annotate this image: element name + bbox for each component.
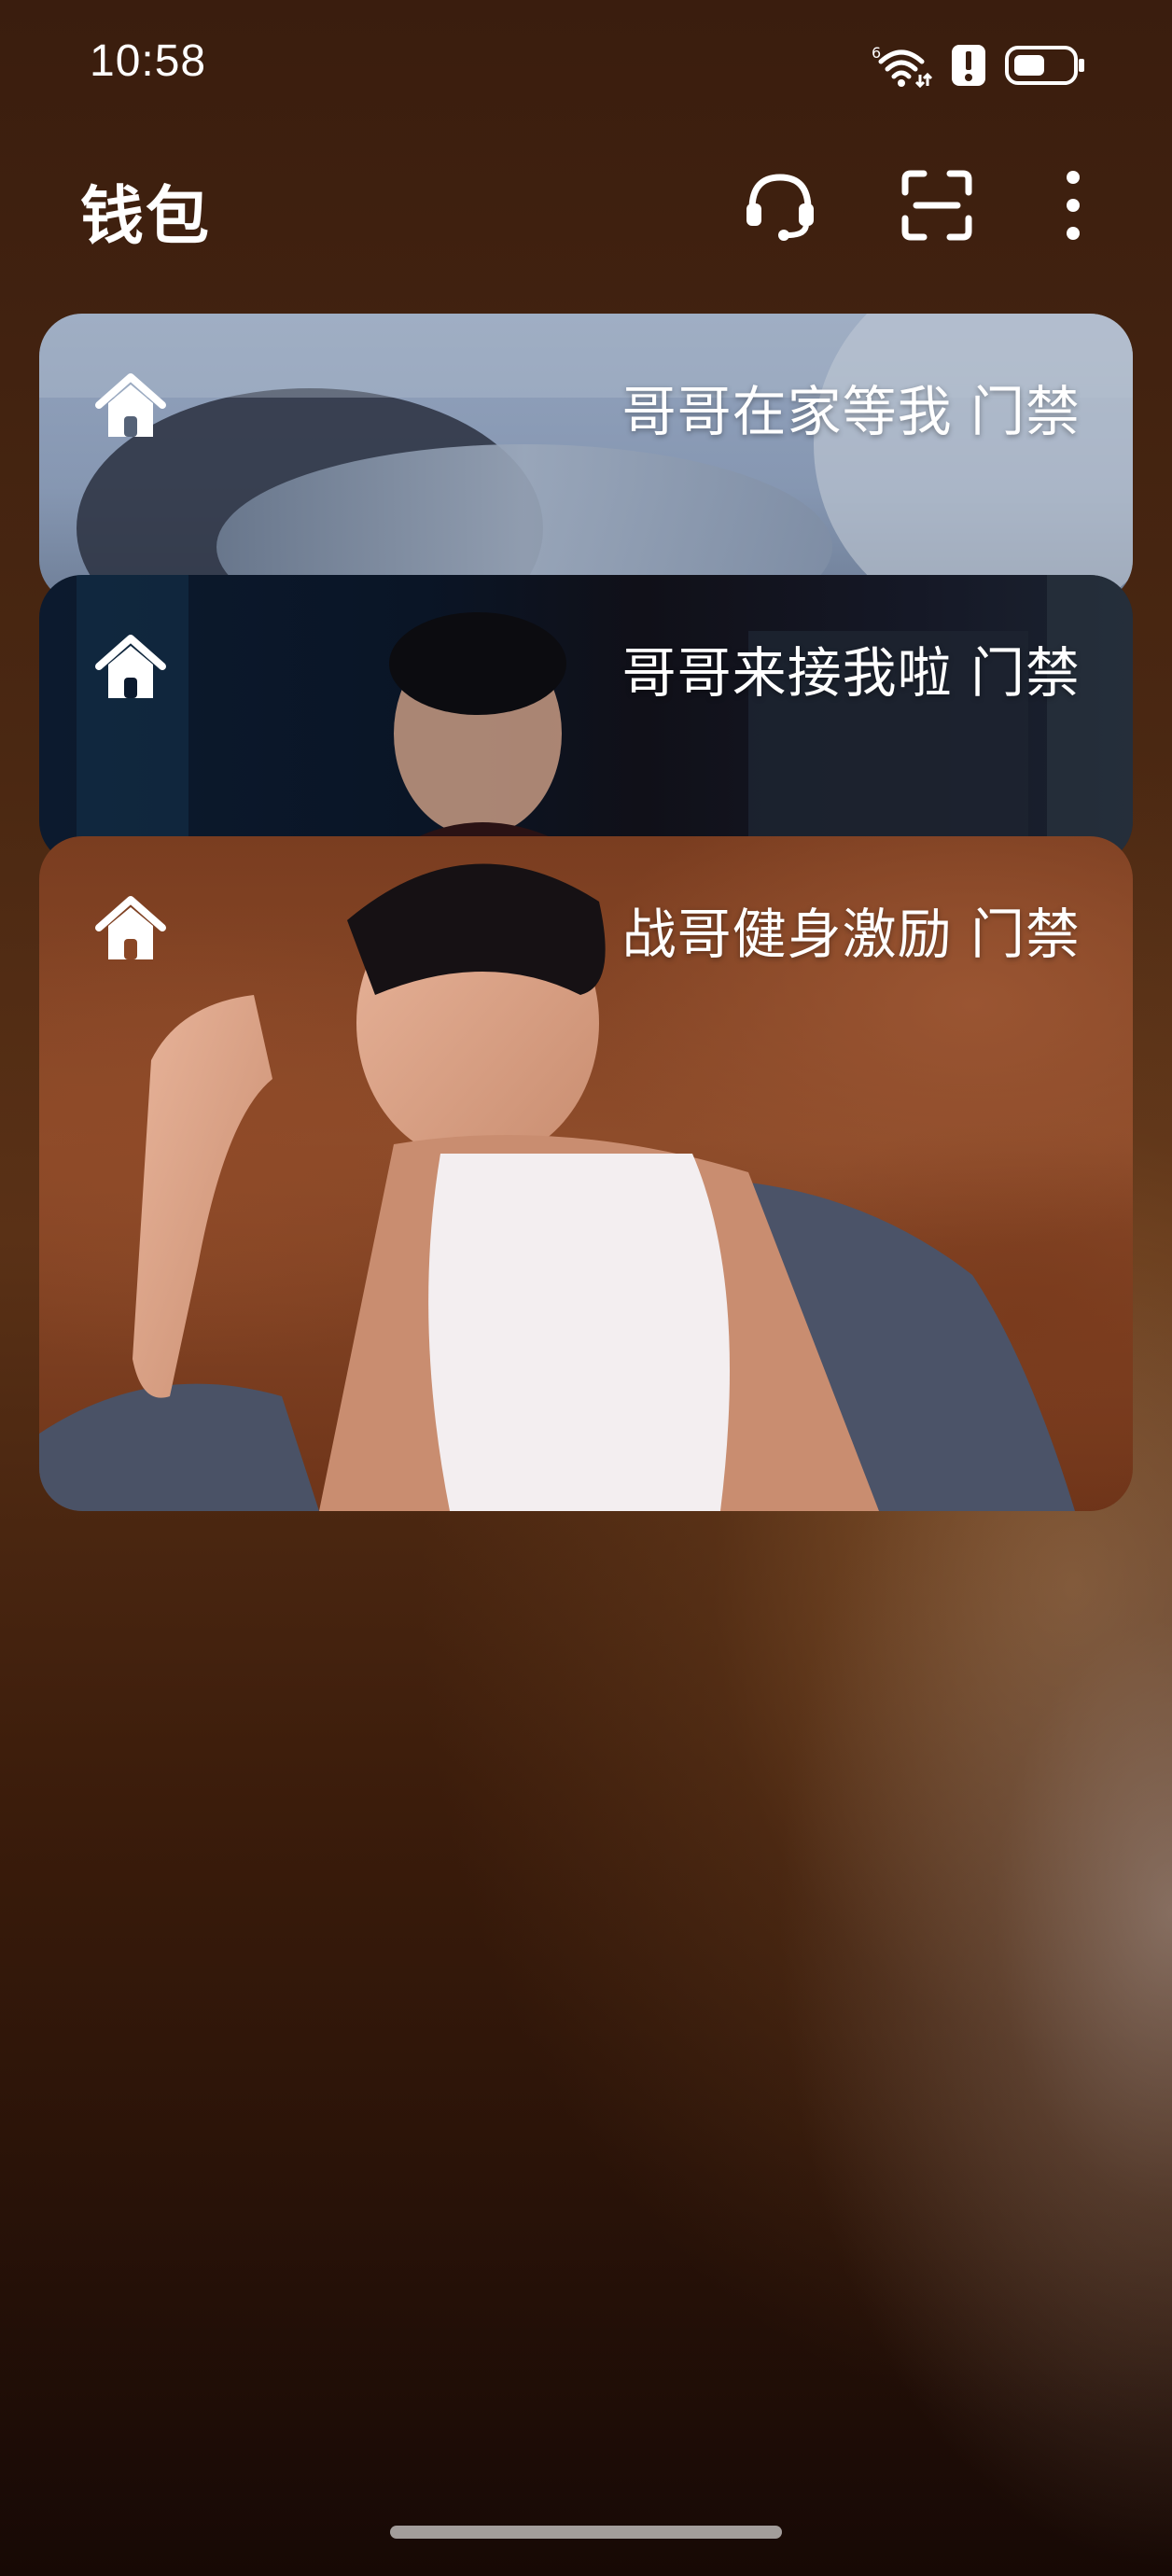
page-title: 钱包 <box>80 180 212 254</box>
access-card[interactable]: 战哥健身激励 门禁 <box>39 836 1133 1511</box>
card-header: 哥哥来接我啦 门禁 <box>39 575 1133 715</box>
card-title: 哥哥来接我啦 门禁 <box>621 641 1081 705</box>
card-header: 战哥健身激励 门禁 <box>39 836 1133 976</box>
card-title: 战哥健身激励 门禁 <box>621 903 1081 966</box>
status-icons: 6 <box>872 41 1086 90</box>
customer-service-button[interactable] <box>735 161 825 250</box>
card-header: 哥哥在家等我 门禁 <box>39 314 1133 454</box>
battery-icon <box>1004 45 1086 86</box>
home-indicator[interactable] <box>390 2526 782 2539</box>
home-icon <box>95 373 166 437</box>
status-bar: 10:58 6 <box>0 0 1172 131</box>
wifi-badge: 6 <box>872 44 881 62</box>
headset-icon <box>746 174 814 241</box>
scan-button[interactable] <box>892 161 982 250</box>
app-bar: 钱包 <box>0 149 1172 261</box>
scan-icon <box>901 170 972 241</box>
wifi-6-icon: 6 <box>872 43 933 88</box>
status-time: 10:58 <box>90 36 207 86</box>
home-icon <box>95 635 166 698</box>
access-card[interactable]: 哥哥来接我啦 门禁 <box>39 575 1133 864</box>
home-icon <box>95 896 166 959</box>
access-card[interactable]: 哥哥在家等我 门禁 <box>39 314 1133 603</box>
more-options-button[interactable] <box>1028 161 1118 250</box>
card-title: 哥哥在家等我 门禁 <box>621 380 1081 443</box>
more-vert-icon <box>1067 171 1080 240</box>
alert-icon <box>950 43 987 88</box>
